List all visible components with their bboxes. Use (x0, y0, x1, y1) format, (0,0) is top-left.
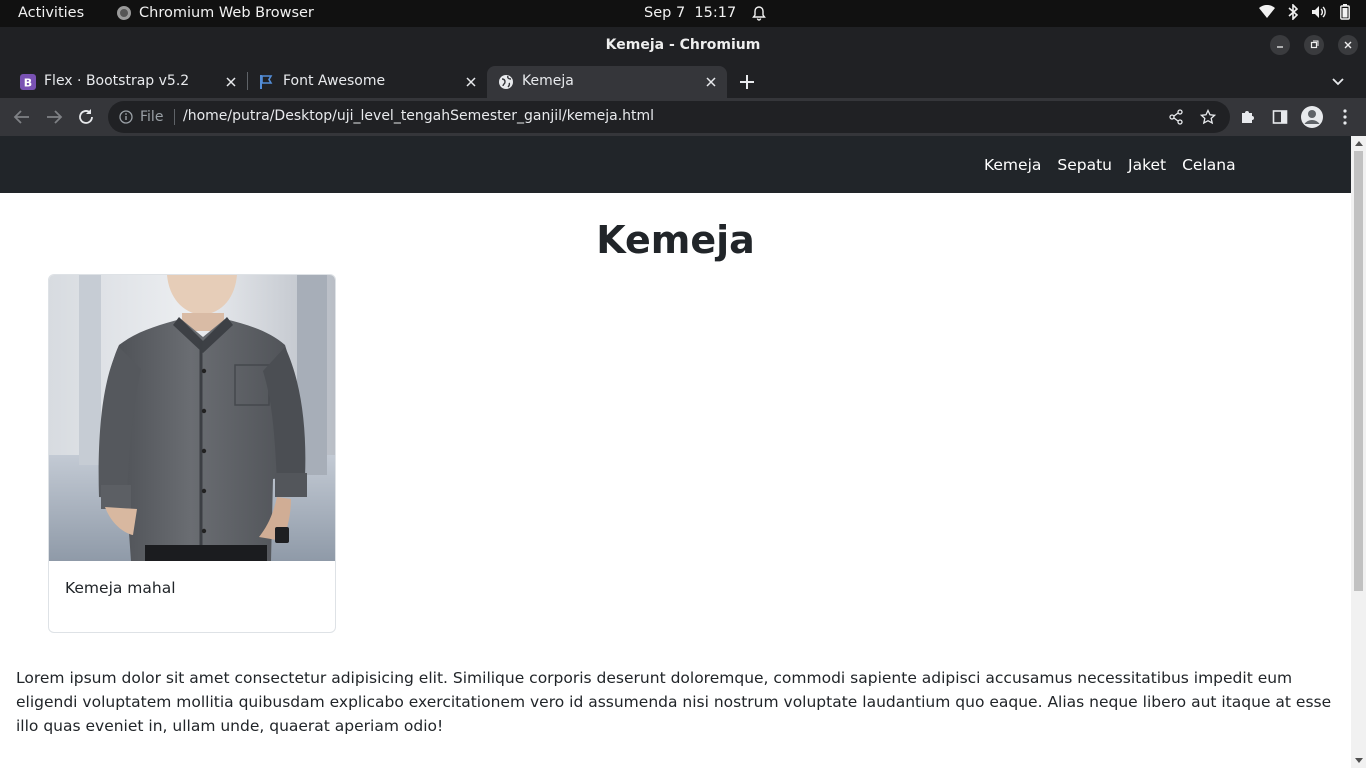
site-navbar: Kemeja Sepatu Jaket Celana (0, 136, 1351, 193)
system-top-bar: Activities Chromium Web Browser Sep 7 15… (0, 0, 1366, 27)
extensions-button[interactable] (1238, 107, 1258, 127)
tab-strip: B Flex · Bootstrap v5.2 Font Awesome Kem… (0, 64, 1366, 98)
arrow-right-icon (47, 110, 63, 124)
alarm-bell-icon (752, 5, 767, 21)
wifi-icon (1259, 5, 1275, 19)
tab-close-icon[interactable] (223, 74, 239, 90)
date-time: Sep 7 15:17 (644, 5, 737, 21)
tab-search-button[interactable] (1329, 72, 1347, 90)
nav-link-kemeja[interactable]: Kemeja (984, 156, 1041, 174)
battery-icon (1340, 4, 1350, 20)
window-title: Kemeja - Chromium (605, 37, 761, 53)
new-tab-button[interactable] (737, 72, 757, 92)
reload-icon (79, 109, 93, 124)
maximize-button[interactable] (1304, 35, 1324, 55)
product-card: Kemeja mahal (48, 274, 336, 633)
nav-links: Kemeja Sepatu Jaket Celana (984, 156, 1236, 174)
chromium-icon (117, 6, 131, 20)
bluetooth-icon (1288, 4, 1298, 20)
app-menu[interactable]: Chromium Web Browser (117, 5, 314, 21)
share-button[interactable] (1166, 107, 1186, 127)
browser-menu-button[interactable] (1335, 107, 1355, 127)
omnibox-divider (174, 109, 175, 125)
tab-close-icon[interactable] (703, 74, 719, 90)
flag-icon (258, 74, 274, 90)
forward-button[interactable] (44, 107, 64, 127)
nav-link-sepatu[interactable]: Sepatu (1057, 156, 1112, 174)
body-paragraph: Lorem ipsum dolor sit amet consectetur a… (16, 669, 1332, 735)
arrow-left-icon (13, 110, 29, 124)
page-heading: Kemeja (596, 218, 755, 262)
clock[interactable]: Sep 7 15:17 (644, 5, 767, 21)
system-tray[interactable] (1259, 4, 1350, 20)
page-viewport: Kemeja Sepatu Jaket Celana Kemeja Kemeja… (0, 136, 1351, 768)
minimize-button[interactable] (1270, 35, 1290, 55)
nav-link-celana[interactable]: Celana (1182, 156, 1236, 174)
info-icon (119, 110, 133, 124)
bootstrap-icon: B (20, 74, 36, 90)
scroll-up-arrow-icon[interactable] (1355, 141, 1363, 146)
tab-close-icon[interactable] (463, 74, 479, 90)
back-button[interactable] (12, 107, 32, 127)
address-bar[interactable]: File /home/putra/Desktop/uji_level_tenga… (108, 101, 1230, 133)
volume-icon (1311, 5, 1327, 19)
site-info-button[interactable]: File (119, 109, 163, 125)
tab-label: Flex · Bootstrap v5.2 (44, 73, 190, 89)
card-caption: Kemeja mahal (65, 579, 176, 597)
tab-font-awesome[interactable]: Font Awesome (247, 66, 487, 98)
close-window-button[interactable] (1338, 35, 1358, 55)
side-panel-icon (1272, 110, 1288, 124)
app-name: Chromium Web Browser (139, 5, 314, 21)
avatar-icon (1301, 106, 1323, 128)
puzzle-icon (1242, 111, 1254, 123)
url-text[interactable]: /home/putra/Desktop/uji_level_tengahSeme… (183, 108, 654, 124)
bookmark-button[interactable] (1198, 107, 1218, 127)
chevron-down-icon (1332, 78, 1344, 86)
kebab-menu-icon (1343, 109, 1347, 125)
close-icon (1344, 41, 1352, 49)
tab-bootstrap[interactable]: B Flex · Bootstrap v5.2 (0, 66, 247, 98)
share-icon (1169, 109, 1183, 125)
tab-separator (247, 72, 248, 90)
globe-icon (498, 74, 514, 90)
page-scrollbar[interactable] (1351, 136, 1366, 768)
product-photo-shirt (49, 275, 335, 561)
scrollbar-thumb[interactable] (1354, 151, 1363, 591)
side-panel-button[interactable] (1270, 107, 1290, 127)
tab-label: Kemeja (522, 73, 574, 89)
tab-kemeja[interactable]: Kemeja (487, 66, 727, 98)
activities-button[interactable]: Activities (18, 5, 84, 21)
nav-link-jaket[interactable]: Jaket (1128, 156, 1166, 174)
window-title-bar: Kemeja - Chromium (0, 27, 1366, 64)
browser-toolbar: File /home/putra/Desktop/uji_level_tenga… (0, 98, 1366, 136)
minimize-icon (1277, 46, 1283, 48)
security-label: File (140, 109, 164, 125)
restore-icon (1310, 40, 1319, 49)
profile-button[interactable] (1300, 105, 1324, 129)
star-icon (1200, 109, 1216, 125)
reload-button[interactable] (76, 107, 96, 127)
plus-icon (740, 75, 754, 89)
scroll-down-arrow-icon[interactable] (1355, 758, 1363, 763)
tab-label: Font Awesome (283, 73, 386, 89)
svg-text:B: B (24, 77, 32, 90)
